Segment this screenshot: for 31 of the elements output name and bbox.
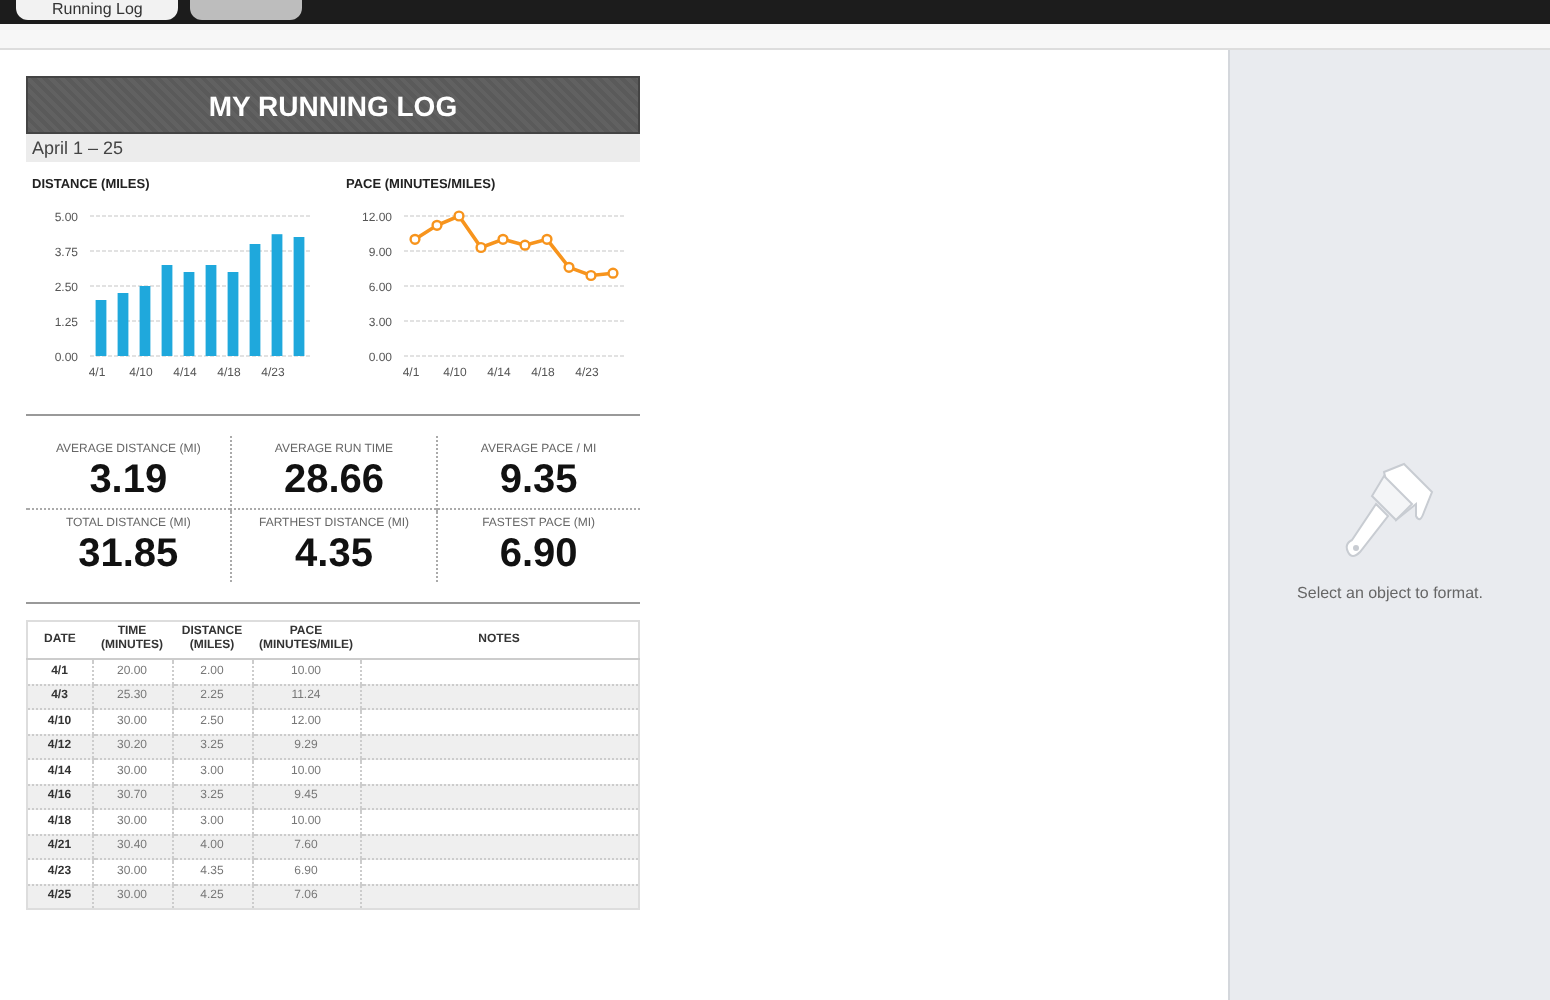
distance-bar — [227, 272, 239, 356]
format-message: Select an object to format. — [1297, 584, 1483, 602]
stat-value: 4.35 — [295, 530, 373, 578]
data-point — [453, 210, 465, 222]
distance-bar — [205, 265, 217, 356]
date-range: April 1 – 25 — [26, 134, 640, 162]
data-point — [497, 233, 509, 245]
data-point — [585, 269, 597, 282]
distance-bar — [139, 286, 151, 356]
distance-bar — [161, 265, 173, 356]
distance-bar — [271, 234, 283, 356]
data-point — [541, 233, 553, 245]
data-point — [563, 261, 575, 273]
distance-bar — [95, 300, 107, 356]
data-point — [409, 233, 421, 245]
stat-value: 28.66 — [283, 456, 385, 504]
data-point — [607, 267, 619, 279]
data-point — [431, 219, 443, 231]
document-tab[interactable] — [190, 0, 303, 20]
stat-value: 3.19 — [89, 456, 168, 504]
distance-bar — [293, 237, 305, 356]
distance-bar — [117, 293, 129, 356]
distance-bar — [249, 244, 261, 356]
distance-bar — [183, 272, 195, 356]
document-tab[interactable]: Running Log — [16, 0, 179, 20]
stat-value: 31.85 — [78, 530, 179, 578]
stat-value: 9.35 — [499, 456, 578, 504]
data-point — [475, 241, 487, 254]
stat-value: 6.90 — [499, 530, 578, 578]
log-title: MY RUNNING LOG — [26, 76, 640, 134]
data-point — [519, 239, 531, 251]
